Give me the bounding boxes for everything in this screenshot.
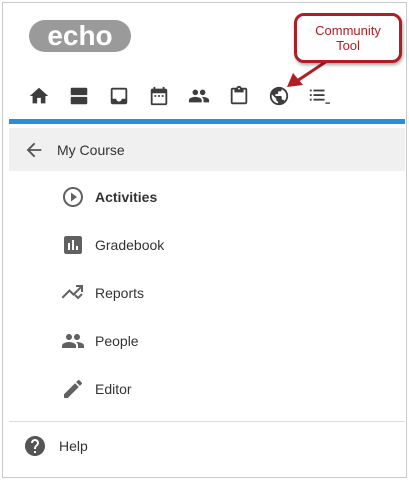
menu-item-label: Editor [95, 381, 132, 397]
echo-logo: echo [29, 19, 131, 53]
menu-item-label: People [95, 333, 139, 349]
calendar-icon [150, 86, 168, 106]
callout-line-2: Tool [336, 38, 360, 53]
app-frame: echo Community Tool My Course Activities… [2, 2, 407, 478]
people-button[interactable] [179, 81, 219, 111]
home-icon [29, 87, 49, 104]
people-icon [62, 334, 84, 348]
bar-chart-icon [64, 236, 82, 254]
back-label: My Course [57, 141, 125, 158]
svg-text:echo: echo [47, 20, 112, 51]
callout-line-1: Community [315, 23, 381, 38]
menu-item-gradebook[interactable]: Gradebook [9, 221, 405, 269]
course-menu: Activities Gradebook Reports People Edit… [9, 173, 405, 413]
inbox-button[interactable] [99, 81, 139, 111]
help-button[interactable]: Help [9, 426, 405, 466]
clipboard-button[interactable] [219, 81, 259, 111]
arrow-back-icon [26, 142, 42, 157]
clipboard-icon [230, 85, 248, 105]
sections-button[interactable] [59, 81, 99, 111]
menu-item-label: Reports [95, 285, 145, 301]
calendar-button[interactable] [139, 81, 179, 111]
divider [9, 421, 405, 422]
pencil-icon [64, 379, 83, 398]
menu-item-label: Activities [95, 189, 158, 205]
menu-item-reports[interactable]: Reports [9, 269, 405, 317]
people-icon [188, 89, 210, 103]
help-icon [25, 436, 45, 456]
play-circle-icon [63, 187, 83, 207]
community-tool-callout: Community Tool [294, 13, 402, 63]
menu-item-editor[interactable]: Editor [9, 365, 405, 413]
menu-item-people[interactable]: People [9, 317, 405, 365]
home-button[interactable] [19, 81, 59, 111]
back-to-course-button[interactable]: My Course [9, 128, 405, 171]
trend-icon [61, 285, 83, 300]
menu-item-label: Gradebook [95, 237, 165, 253]
help-label: Help [59, 438, 88, 454]
accent-bar [9, 119, 405, 124]
menu-item-activities[interactable]: Activities [9, 173, 405, 221]
sections-icon [70, 87, 88, 105]
inbox-icon [110, 87, 128, 105]
